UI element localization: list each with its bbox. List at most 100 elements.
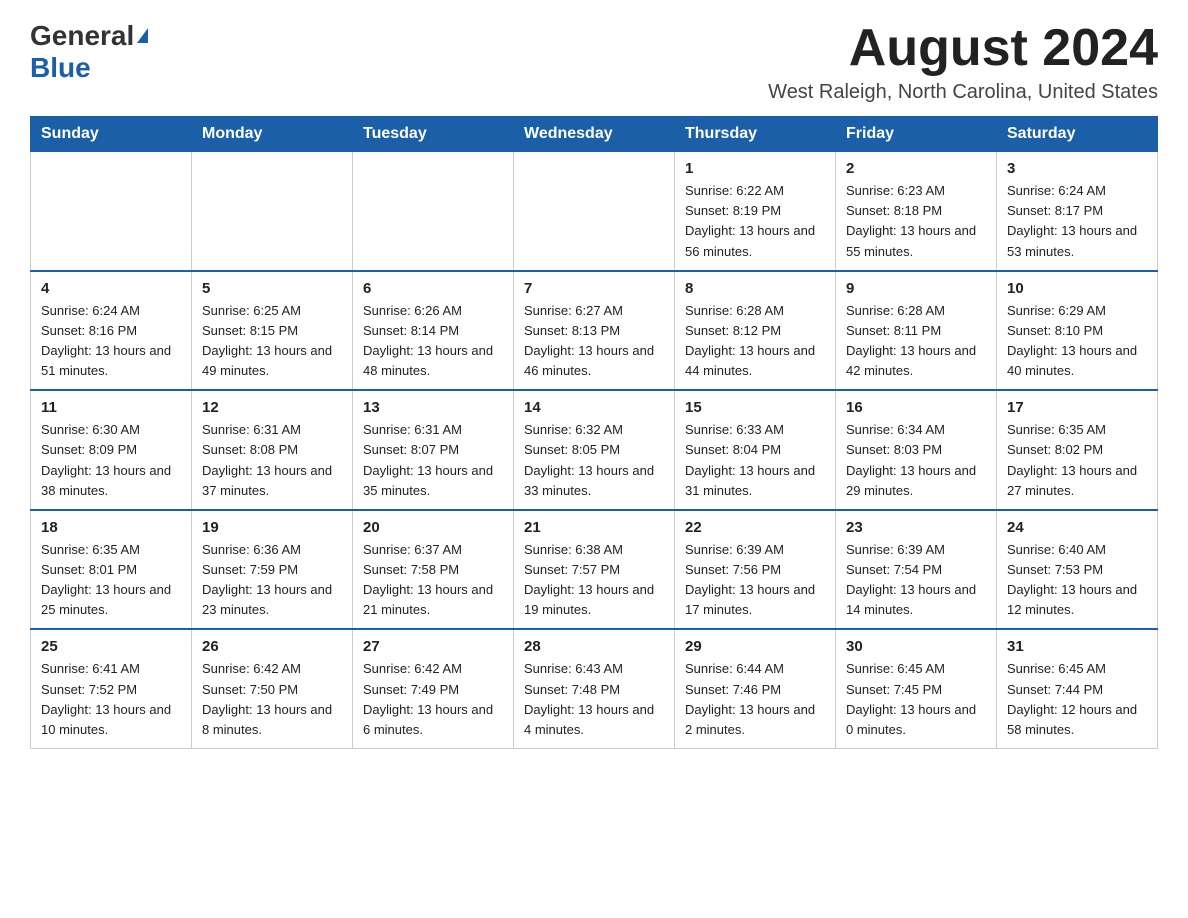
day-number: 12: [202, 399, 342, 416]
calendar-cell: 6Sunrise: 6:26 AMSunset: 8:14 PMDaylight…: [353, 271, 514, 391]
calendar-week-row: 4 Sunrise: 6:24 AMSunset: 8:16 PMDaylight…: [31, 271, 1158, 391]
day-info: Sunrise: 6:22 AMSunset: 8:19 PMDaylight:…: [685, 181, 825, 262]
calendar-cell: 14Sunrise: 6:32 AMSunset: 8:05 PMDayligh…: [514, 390, 675, 510]
logo: General Blue: [30, 20, 148, 84]
calendar-cell: 12 Sunrise: 6:31 AMSunset: 8:08 PMDayligh…: [192, 390, 353, 510]
day-info: Sunrise: 6:40 AMSunset: 7:53 PMDaylight:…: [1007, 540, 1147, 621]
day-info: Sunrise: 6:45 AMSunset: 7:44 PMDaylight:…: [1007, 659, 1147, 740]
day-info: Sunrise: 6:37 AMSunset: 7:58 PMDaylight:…: [363, 540, 503, 621]
calendar-cell: 31Sunrise: 6:45 AMSunset: 7:44 PMDayligh…: [997, 629, 1158, 748]
day-number: 16: [846, 399, 986, 416]
day-number: 3: [1007, 160, 1147, 177]
day-number: 27: [363, 638, 503, 655]
calendar-cell: 11 Sunrise: 6:30 AMSunset: 8:09 PMDayligh…: [31, 390, 192, 510]
day-info: Sunrise: 6:25 AMSunset: 8:15 PMDaylight:…: [202, 301, 342, 382]
logo-blue-text: Blue: [30, 52, 91, 83]
calendar-cell: 15 Sunrise: 6:33 AMSunset: 8:04 PMDayligh…: [675, 390, 836, 510]
calendar-cell: 30 Sunrise: 6:45 AMSunset: 7:45 PMDayligh…: [836, 629, 997, 748]
calendar-week-row: 25 Sunrise: 6:41 AMSunset: 7:52 PMDayligh…: [31, 629, 1158, 748]
day-info: Sunrise: 6:38 AMSunset: 7:57 PMDaylight:…: [524, 540, 664, 621]
day-number: 21: [524, 519, 664, 536]
day-number: 17: [1007, 399, 1147, 416]
day-info: Sunrise: 6:36 AMSunset: 7:59 PMDaylight:…: [202, 540, 342, 621]
day-info: Sunrise: 6:31 AMSunset: 8:07 PMDaylight:…: [363, 420, 503, 501]
calendar-cell: 18 Sunrise: 6:35 AMSunset: 8:01 PMDayligh…: [31, 510, 192, 630]
calendar-cell: 10 Sunrise: 6:29 AMSunset: 8:10 PMDayligh…: [997, 271, 1158, 391]
day-info: Sunrise: 6:32 AMSunset: 8:05 PMDaylight:…: [524, 420, 664, 501]
day-info: Sunrise: 6:43 AMSunset: 7:48 PMDaylight:…: [524, 659, 664, 740]
calendar-cell: 20 Sunrise: 6:37 AMSunset: 7:58 PMDayligh…: [353, 510, 514, 630]
calendar-week-row: 18 Sunrise: 6:35 AMSunset: 8:01 PMDayligh…: [31, 510, 1158, 630]
calendar-cell: 3 Sunrise: 6:24 AMSunset: 8:17 PMDaylight…: [997, 152, 1158, 271]
day-info: Sunrise: 6:42 AMSunset: 7:49 PMDaylight:…: [363, 659, 503, 740]
day-number: 30: [846, 638, 986, 655]
calendar-cell: 9 Sunrise: 6:28 AMSunset: 8:11 PMDaylight…: [836, 271, 997, 391]
day-number: 4: [41, 280, 181, 297]
calendar-cell: [514, 152, 675, 271]
calendar-cell: 22Sunrise: 6:39 AMSunset: 7:56 PMDayligh…: [675, 510, 836, 630]
calendar-cell: 1Sunrise: 6:22 AMSunset: 8:19 PMDaylight…: [675, 152, 836, 271]
day-number: 29: [685, 638, 825, 655]
day-number: 23: [846, 519, 986, 536]
day-info: Sunrise: 6:44 AMSunset: 7:46 PMDaylight:…: [685, 659, 825, 740]
calendar-cell: 7Sunrise: 6:27 AMSunset: 8:13 PMDaylight…: [514, 271, 675, 391]
page-header: General Blue August 2024 West Raleigh, N…: [30, 20, 1158, 104]
calendar-cell: 28 Sunrise: 6:43 AMSunset: 7:48 PMDayligh…: [514, 629, 675, 748]
day-info: Sunrise: 6:31 AMSunset: 8:08 PMDaylight:…: [202, 420, 342, 501]
header-wednesday: Wednesday: [514, 117, 675, 152]
day-number: 25: [41, 638, 181, 655]
logo-triangle-icon: [137, 28, 148, 43]
calendar-cell: [192, 152, 353, 271]
day-number: 9: [846, 280, 986, 297]
day-info: Sunrise: 6:35 AMSunset: 8:01 PMDaylight:…: [41, 540, 181, 621]
calendar-cell: 19Sunrise: 6:36 AMSunset: 7:59 PMDayligh…: [192, 510, 353, 630]
calendar-cell: 16 Sunrise: 6:34 AMSunset: 8:03 PMDayligh…: [836, 390, 997, 510]
location-subtitle: West Raleigh, North Carolina, United Sta…: [768, 81, 1158, 104]
day-info: Sunrise: 6:34 AMSunset: 8:03 PMDaylight:…: [846, 420, 986, 501]
calendar-cell: [31, 152, 192, 271]
day-info: Sunrise: 6:28 AMSunset: 8:12 PMDaylight:…: [685, 301, 825, 382]
calendar-cell: 21 Sunrise: 6:38 AMSunset: 7:57 PMDayligh…: [514, 510, 675, 630]
logo-general-text: General: [30, 20, 134, 52]
calendar-cell: [353, 152, 514, 271]
day-info: Sunrise: 6:33 AMSunset: 8:04 PMDaylight:…: [685, 420, 825, 501]
day-info: Sunrise: 6:35 AMSunset: 8:02 PMDaylight:…: [1007, 420, 1147, 501]
calendar-cell: 5 Sunrise: 6:25 AMSunset: 8:15 PMDaylight…: [192, 271, 353, 391]
calendar-cell: 23 Sunrise: 6:39 AMSunset: 7:54 PMDayligh…: [836, 510, 997, 630]
day-number: 18: [41, 519, 181, 536]
day-info: Sunrise: 6:42 AMSunset: 7:50 PMDaylight:…: [202, 659, 342, 740]
calendar-cell: 8Sunrise: 6:28 AMSunset: 8:12 PMDaylight…: [675, 271, 836, 391]
calendar-cell: 24 Sunrise: 6:40 AMSunset: 7:53 PMDayligh…: [997, 510, 1158, 630]
day-number: 20: [363, 519, 503, 536]
day-info: Sunrise: 6:45 AMSunset: 7:45 PMDaylight:…: [846, 659, 986, 740]
day-number: 24: [1007, 519, 1147, 536]
calendar-cell: 29 Sunrise: 6:44 AMSunset: 7:46 PMDayligh…: [675, 629, 836, 748]
day-number: 28: [524, 638, 664, 655]
day-info: Sunrise: 6:41 AMSunset: 7:52 PMDaylight:…: [41, 659, 181, 740]
day-info: Sunrise: 6:23 AMSunset: 8:18 PMDaylight:…: [846, 181, 986, 262]
header-thursday: Thursday: [675, 117, 836, 152]
day-info: Sunrise: 6:28 AMSunset: 8:11 PMDaylight:…: [846, 301, 986, 382]
title-area: August 2024 West Raleigh, North Carolina…: [768, 20, 1158, 104]
header-sunday: Sunday: [31, 117, 192, 152]
day-number: 15: [685, 399, 825, 416]
day-info: Sunrise: 6:39 AMSunset: 7:54 PMDaylight:…: [846, 540, 986, 621]
day-number: 11: [41, 399, 181, 416]
day-number: 5: [202, 280, 342, 297]
day-number: 6: [363, 280, 503, 297]
day-info: Sunrise: 6:24 AMSunset: 8:16 PMDaylight:…: [41, 301, 181, 382]
day-info: Sunrise: 6:30 AMSunset: 8:09 PMDaylight:…: [41, 420, 181, 501]
day-info: Sunrise: 6:29 AMSunset: 8:10 PMDaylight:…: [1007, 301, 1147, 382]
calendar-cell: 13 Sunrise: 6:31 AMSunset: 8:07 PMDayligh…: [353, 390, 514, 510]
day-number: 22: [685, 519, 825, 536]
day-number: 13: [363, 399, 503, 416]
calendar-week-row: 11 Sunrise: 6:30 AMSunset: 8:09 PMDayligh…: [31, 390, 1158, 510]
header-monday: Monday: [192, 117, 353, 152]
calendar-cell: 4 Sunrise: 6:24 AMSunset: 8:16 PMDaylight…: [31, 271, 192, 391]
day-info: Sunrise: 6:24 AMSunset: 8:17 PMDaylight:…: [1007, 181, 1147, 262]
day-number: 10: [1007, 280, 1147, 297]
calendar-table: Sunday Monday Tuesday Wednesday Thursday…: [30, 116, 1158, 749]
header-friday: Friday: [836, 117, 997, 152]
calendar-cell: 2Sunrise: 6:23 AMSunset: 8:18 PMDaylight…: [836, 152, 997, 271]
calendar-cell: 26Sunrise: 6:42 AMSunset: 7:50 PMDayligh…: [192, 629, 353, 748]
